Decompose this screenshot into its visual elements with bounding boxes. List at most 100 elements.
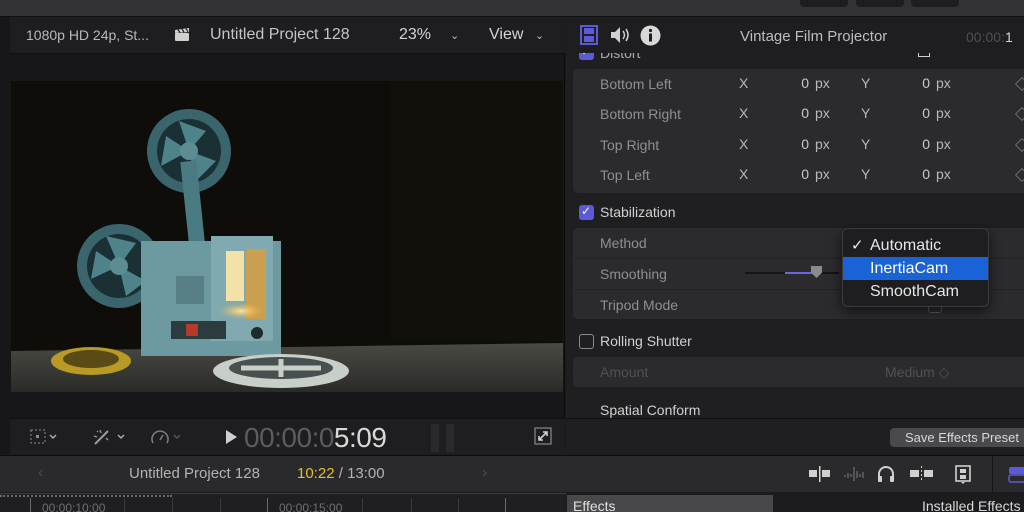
rolling-shutter-checkbox[interactable] xyxy=(579,334,594,349)
param-label: Top Right xyxy=(600,137,660,153)
stabilization-checkbox[interactable] xyxy=(579,204,594,220)
timeline-ruler[interactable]: 00:00:10:00 00:00:15:00 xyxy=(0,493,566,512)
ruler-label: 00:00:10:00 xyxy=(42,501,106,512)
info-inspector-tab-icon[interactable] xyxy=(640,25,661,46)
distort-row-top-right: Top Right X 0 px Y 0 px xyxy=(573,130,1024,160)
ruler-tick xyxy=(30,498,31,512)
save-effects-preset-button[interactable]: Save Effects Preset xyxy=(890,428,1024,447)
x-value-field[interactable]: 0 xyxy=(779,105,809,121)
toolbar-button[interactable] xyxy=(800,0,848,7)
fullscreen-icon[interactable] xyxy=(534,427,552,445)
chevron-down-icon[interactable]: ⌄ xyxy=(450,29,459,42)
ruler-tick xyxy=(505,498,506,512)
timecode-dim: 00:00:0 xyxy=(244,422,334,453)
current-time: 10:22 xyxy=(297,465,335,482)
inspector-footer: Save Effects Preset xyxy=(566,418,1024,454)
x-unit: px xyxy=(815,166,830,182)
distort-checkbox[interactable] xyxy=(579,53,594,60)
keyframe-icon[interactable] xyxy=(1014,76,1024,92)
timeline-toolbar: ‹ Untitled Project 128 10:22 / 13:00 › xyxy=(0,455,1024,493)
stabilization-section-header: Stabilization xyxy=(566,198,1024,228)
distort-row-bottom-right: Bottom Right X 0 px Y 0 px xyxy=(573,99,1024,129)
toolbar-button[interactable] xyxy=(911,0,959,7)
back-arrow-icon[interactable]: ‹ xyxy=(38,464,43,482)
keyframe-icon[interactable] xyxy=(1014,137,1024,153)
transform-tool-icon[interactable] xyxy=(30,429,58,445)
viewer-project-title: Untitled Project 128 xyxy=(210,26,350,43)
retime-speedometer-icon[interactable] xyxy=(150,428,186,446)
menu-item-inertiacam[interactable]: InertiaCam xyxy=(843,257,988,280)
smoothing-slider-thumb[interactable] xyxy=(811,266,822,278)
distort-section-header: Distort xyxy=(566,53,1024,69)
enhance-wand-icon[interactable] xyxy=(92,428,130,446)
clip-duration-lit: 1 xyxy=(1004,29,1013,45)
browser-toggle-icon[interactable] xyxy=(1008,465,1024,483)
y-axis-label: Y xyxy=(861,166,871,182)
window-top-strip xyxy=(0,0,1024,17)
y-value-field[interactable]: 0 xyxy=(900,105,930,121)
y-value-field[interactable]: 0 xyxy=(900,166,930,182)
y-unit: px xyxy=(936,75,951,91)
distort-label: Distort xyxy=(600,53,641,61)
solo-icon[interactable] xyxy=(909,465,935,483)
ruler-tick xyxy=(458,498,459,512)
x-axis-label: X xyxy=(739,136,749,152)
timecode-display: 00:00:05:09 xyxy=(244,422,387,454)
param-label: Top Left xyxy=(600,167,650,183)
video-inspector-tab-icon[interactable] xyxy=(580,25,598,45)
clip-duration-dim: 00:00: xyxy=(966,29,1005,45)
video-only-skimming-icon[interactable] xyxy=(808,465,832,483)
timecode-lit: 5:09 xyxy=(333,422,387,453)
menu-item-automatic[interactable]: ✓ Automatic xyxy=(843,234,988,257)
audio-inspector-tab-icon[interactable] xyxy=(610,26,632,44)
toolbar-button[interactable] xyxy=(856,0,904,7)
method-dropdown-menu: ✓ Automatic InertiaCam SmoothCam xyxy=(842,228,989,307)
effects-browser-tab[interactable]: Effects xyxy=(567,495,773,512)
audio-skimming-icon[interactable] xyxy=(843,465,867,483)
installed-effects-label[interactable]: Installed Effects xyxy=(922,498,1021,512)
y-axis-label: Y xyxy=(861,136,871,152)
x-value-field[interactable]: 0 xyxy=(779,166,809,182)
play-icon[interactable] xyxy=(226,430,237,444)
ruler-tick xyxy=(267,498,268,512)
clip-duration: 00:00:1 xyxy=(966,29,1013,45)
chevron-down-icon[interactable]: ⌄ xyxy=(535,29,544,42)
reset-icon[interactable] xyxy=(918,53,930,57)
x-axis-label: X xyxy=(739,75,749,91)
rolling-shutter-label: Rolling Shutter xyxy=(600,333,692,349)
distort-row-bottom-left: Bottom Left X 0 px Y 0 px xyxy=(573,69,1024,99)
view-menu-button[interactable]: View xyxy=(489,26,523,44)
ruler-tick xyxy=(124,498,125,512)
amount-select[interactable]: Medium ◇ xyxy=(885,364,949,381)
clip-filmstrip-icon[interactable] xyxy=(954,465,972,485)
amount-label: Amount xyxy=(600,364,649,380)
distort-params: Bottom Left X 0 px Y 0 px Bottom Right X… xyxy=(573,69,1024,193)
zoom-level[interactable]: 23% xyxy=(399,26,431,44)
ruler-tick xyxy=(220,498,221,512)
x-value-field[interactable]: 0 xyxy=(779,136,809,152)
amount-row: Amount Medium ◇ xyxy=(573,357,1024,387)
x-axis-label: X xyxy=(739,105,749,121)
y-value-field[interactable]: 0 xyxy=(900,75,930,91)
smoothing-slider[interactable] xyxy=(745,266,839,278)
menu-item-smoothcam[interactable]: SmoothCam xyxy=(843,280,988,303)
ruler-label: 00:00:15:00 xyxy=(279,501,343,512)
forward-arrow-icon[interactable]: › xyxy=(482,464,487,482)
keyframe-icon[interactable] xyxy=(1014,167,1024,183)
video-frame[interactable] xyxy=(11,81,563,392)
headphones-icon[interactable] xyxy=(876,465,896,483)
keyframe-icon[interactable] xyxy=(1014,106,1024,122)
clip-title: Vintage Film Projector xyxy=(740,28,888,45)
y-unit: px xyxy=(936,105,951,121)
y-unit: px xyxy=(936,166,951,182)
film-projector-image xyxy=(11,81,563,392)
viewer-footer: 00:00:05:09 xyxy=(10,418,565,454)
audio-meter-right xyxy=(446,424,454,452)
y-value-field[interactable]: 0 xyxy=(900,136,930,152)
x-axis-label: X xyxy=(739,166,749,182)
ruler-tick xyxy=(172,498,173,512)
inspector-header: Vintage Film Projector 00:00:1 xyxy=(566,17,1024,55)
x-unit: px xyxy=(815,75,830,91)
x-value-field[interactable]: 0 xyxy=(779,75,809,91)
format-label[interactable]: 1080p HD 24p, St... xyxy=(26,27,149,43)
